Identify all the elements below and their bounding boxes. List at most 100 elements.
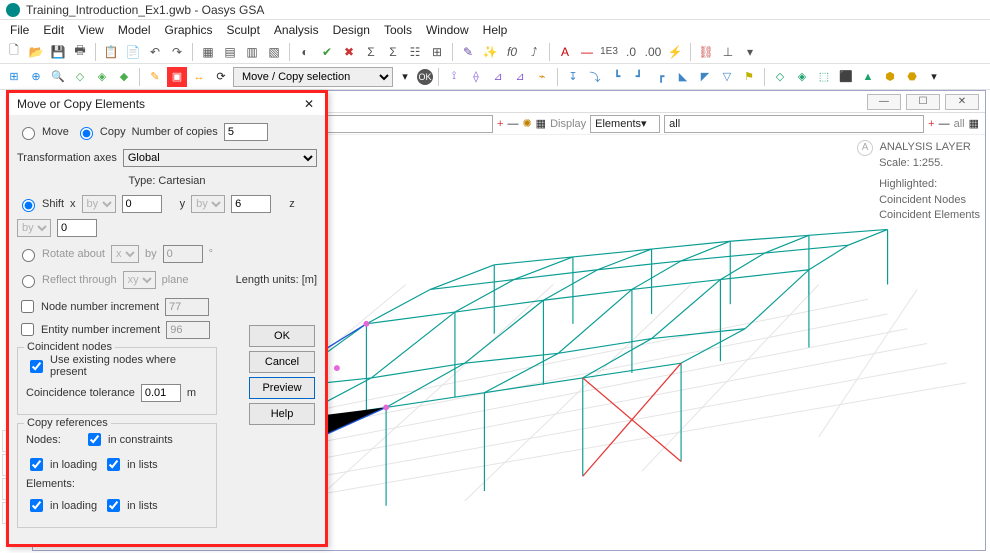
print-icon[interactable]: 🖶 [70, 42, 90, 62]
l3-icon[interactable]: ⊿ [488, 67, 508, 87]
join-icon[interactable]: ⛓ [696, 42, 716, 62]
display-combo[interactable]: Elements▾ [590, 115, 660, 133]
menu-help[interactable]: Help [483, 23, 508, 37]
entity-inc-check[interactable]: Entity number increment [17, 320, 160, 339]
sigma2-icon[interactable]: Σ [383, 42, 403, 62]
node-inc-check[interactable]: Node number increment [17, 297, 159, 316]
prec-icon[interactable]: .0 [621, 42, 641, 62]
dialog-close-icon[interactable]: ✕ [301, 97, 317, 111]
check-icon[interactable]: ✔ [317, 42, 337, 62]
menu-graphics[interactable]: Graphics [165, 23, 213, 37]
menu-model[interactable]: Model [118, 23, 151, 37]
menu-view[interactable]: View [78, 23, 104, 37]
g5-icon[interactable]: ┏ [651, 67, 671, 87]
rotate-radio[interactable]: Rotate about [17, 246, 105, 262]
ok-round-icon[interactable]: OK [417, 69, 433, 85]
help-button[interactable]: Help [249, 403, 315, 425]
plus1-icon[interactable]: + [497, 118, 503, 130]
target-icon[interactable]: ⊕ [26, 67, 46, 87]
fx-icon[interactable]: f0 [502, 42, 522, 62]
g1-icon[interactable]: ↧ [563, 67, 583, 87]
tolerance-input[interactable] [141, 384, 181, 402]
prec2-icon[interactable]: .00 [643, 42, 663, 62]
view3-icon[interactable]: ▥ [242, 42, 262, 62]
rot-icon[interactable]: ⟳ [211, 67, 231, 87]
g9-icon[interactable]: ⚑ [739, 67, 759, 87]
text-a-icon[interactable]: A [555, 42, 575, 62]
zoom-icon[interactable]: 🔍 [48, 67, 68, 87]
paste-icon[interactable]: 📄 [123, 42, 143, 62]
sel3-icon[interactable]: ◆ [114, 67, 134, 87]
pick-icon[interactable]: ✎ [145, 67, 165, 87]
move-radio[interactable]: Move [17, 124, 69, 140]
view1-icon[interactable]: ▦ [198, 42, 218, 62]
menu-analysis[interactable]: Analysis [274, 23, 319, 37]
minus-icon[interactable]: — [507, 118, 518, 130]
h7-icon[interactable]: ⬣ [902, 67, 922, 87]
new-icon[interactable]: 🗋 [4, 42, 24, 62]
l4-icon[interactable]: ⊿ [510, 67, 530, 87]
move-copy-active-icon[interactable]: ▣ [167, 67, 187, 87]
shift-z-input[interactable] [57, 219, 97, 237]
nodes-lists-check[interactable]: in lists [103, 455, 158, 474]
g8-icon[interactable]: ▽ [717, 67, 737, 87]
axes-combo[interactable]: Global [123, 149, 317, 167]
h2-icon[interactable]: ◈ [792, 67, 812, 87]
e3-icon[interactable]: 1E3 [599, 42, 619, 62]
shift-radio[interactable]: Shift [17, 196, 64, 212]
num-copies-input[interactable] [224, 123, 268, 141]
report-icon[interactable]: ☷ [405, 42, 425, 62]
lightning-icon[interactable]: ⚡ [665, 42, 685, 62]
use-existing-check[interactable]: Use existing nodes where present [26, 354, 208, 378]
redo-icon[interactable]: ↷ [167, 42, 187, 62]
spr-icon[interactable]: ⌁ [532, 67, 552, 87]
sculpt-mode-combo[interactable]: Move / Copy selection [233, 67, 393, 87]
nodes-loading-check[interactable]: in loading [26, 455, 97, 474]
brush2-icon[interactable]: ▦ [536, 117, 546, 130]
cancel-button[interactable]: Cancel [249, 351, 315, 373]
misc1-icon[interactable]: ⊥ [718, 42, 738, 62]
plus2-icon[interactable]: + [928, 118, 934, 130]
grid-icon[interactable]: ▦ [969, 117, 979, 130]
shift-x-input[interactable] [122, 195, 162, 213]
save-icon[interactable]: 💾 [48, 42, 68, 62]
chevron-down-icon[interactable]: ▾ [740, 42, 760, 62]
maximize-icon[interactable]: ☐ [906, 94, 940, 110]
g3-icon[interactable]: ┗ [607, 67, 627, 87]
view4-icon[interactable]: ▧ [264, 42, 284, 62]
filter-combo[interactable]: all [664, 115, 924, 133]
l1-icon[interactable]: ⟟ [444, 67, 464, 87]
h5-icon[interactable]: ▲ [858, 67, 878, 87]
copy-icon[interactable]: 📋 [101, 42, 121, 62]
minus2-icon[interactable]: — [939, 118, 950, 130]
brush-icon[interactable]: ✎ [458, 42, 478, 62]
open-icon[interactable]: 📂 [26, 42, 46, 62]
minimize-icon[interactable]: — [867, 94, 901, 110]
go-icon[interactable]: ▾ [395, 67, 415, 87]
wand-icon[interactable]: ✨ [480, 42, 500, 62]
cross-icon[interactable]: ✖ [339, 42, 359, 62]
grid-snap-icon[interactable]: ⊞ [4, 67, 24, 87]
reflect-radio[interactable]: Reflect through [17, 272, 117, 288]
shift-y-input[interactable] [231, 195, 271, 213]
menu-edit[interactable]: Edit [43, 23, 64, 37]
h6-icon[interactable]: ⬢ [880, 67, 900, 87]
h4-icon[interactable]: ⬛ [836, 67, 856, 87]
nodes-constraints-check[interactable]: in constraints [84, 430, 173, 449]
l2-icon[interactable]: ⟠ [466, 67, 486, 87]
ok-button[interactable]: OK [249, 325, 315, 347]
h1-icon[interactable]: ◇ [770, 67, 790, 87]
g6-icon[interactable]: ◣ [673, 67, 693, 87]
g7-icon[interactable]: ◤ [695, 67, 715, 87]
close-icon[interactable]: ✕ [945, 94, 979, 110]
menu-design[interactable]: Design [333, 23, 370, 37]
view2-icon[interactable]: ▤ [220, 42, 240, 62]
table-icon[interactable]: ⊞ [427, 42, 447, 62]
g4-icon[interactable]: ┛ [629, 67, 649, 87]
preview-button[interactable]: Preview [249, 377, 315, 399]
chevron-down2-icon[interactable]: ▾ [924, 67, 944, 87]
up-icon[interactable]: ⭜ [524, 42, 544, 62]
sel1-icon[interactable]: ◇ [70, 67, 90, 87]
align-icon[interactable]: ↔ [189, 67, 209, 87]
sigma-icon[interactable]: Σ [361, 42, 381, 62]
